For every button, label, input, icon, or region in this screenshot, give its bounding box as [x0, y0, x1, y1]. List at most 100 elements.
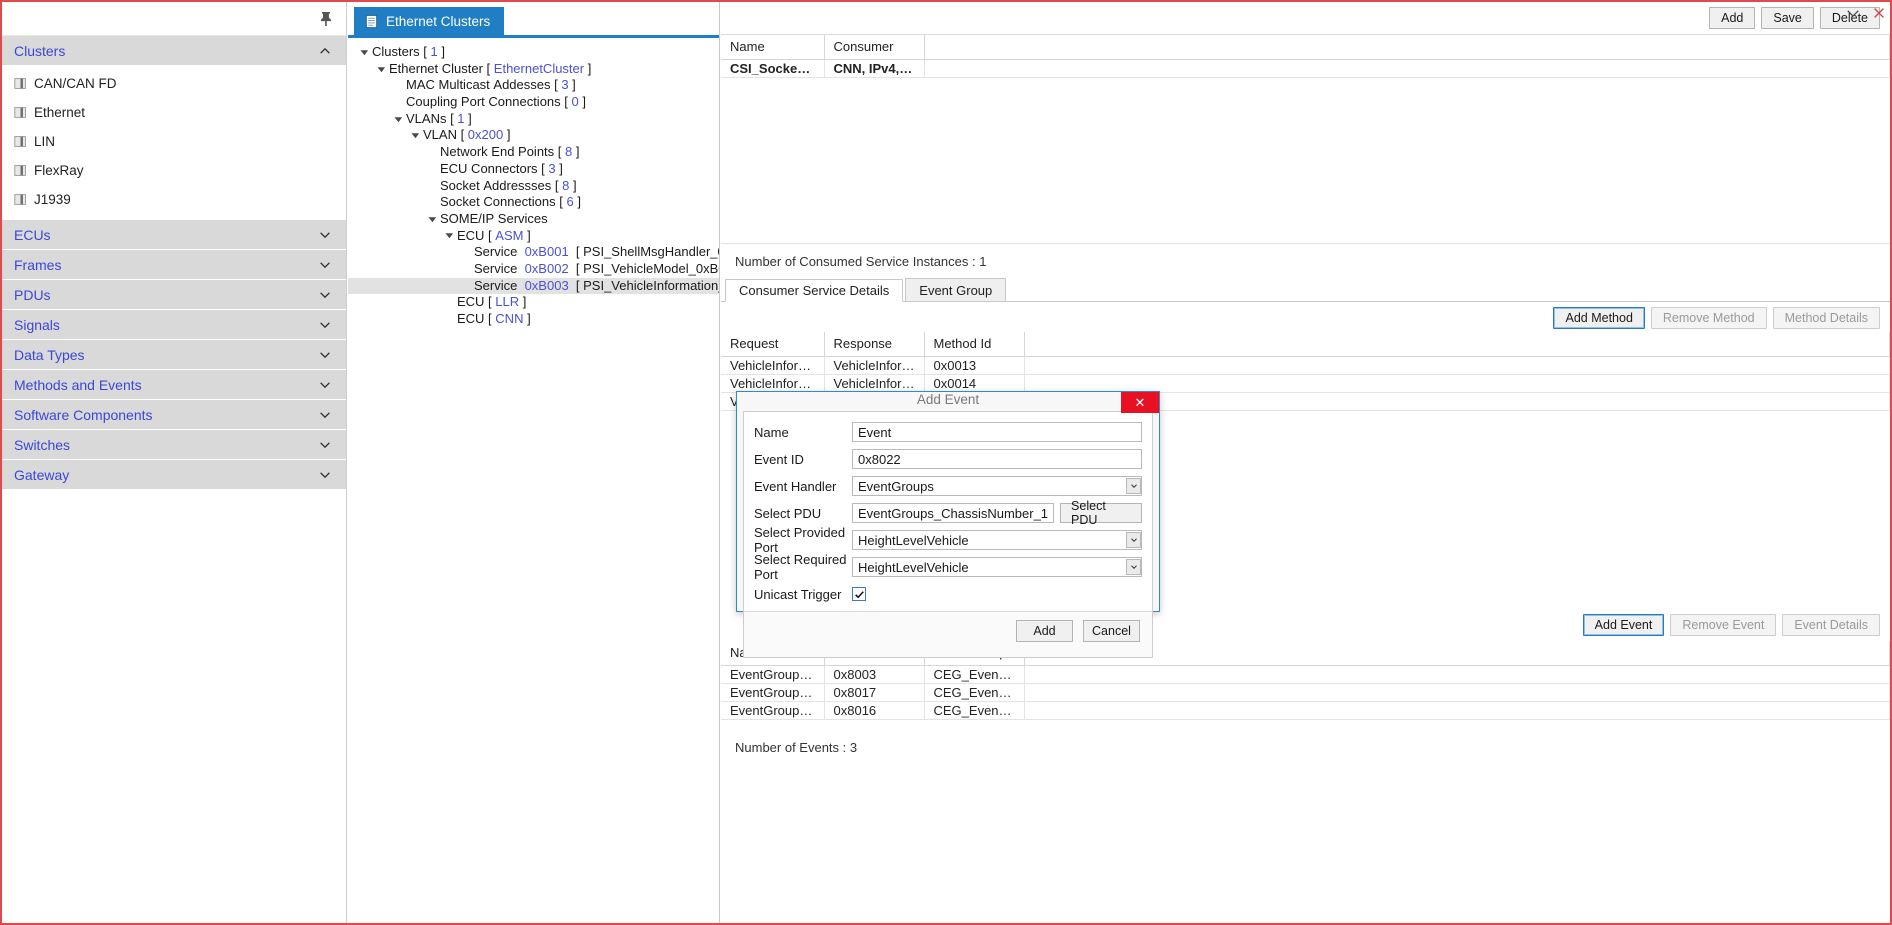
dialog-add-button[interactable]: Add — [1016, 620, 1073, 642]
tree-node-label: Socket Connections [ 6 ] — [440, 194, 581, 210]
table-row[interactable]: VehicleInformation...VehicleInformation.… — [721, 356, 1890, 375]
tree-expander-icon[interactable] — [356, 48, 372, 57]
sidebar-section-label: ECUs — [14, 226, 51, 243]
tree-node-label: ECU Connectors [ 3 ] — [440, 160, 563, 176]
cell-name: EventGroups_Rang... — [721, 701, 825, 720]
select-pdu-input[interactable]: EventGroups_ChassisNumber_1 — [852, 503, 1055, 523]
tree-node[interactable]: SOME/IP Services — [348, 211, 719, 228]
sidebar-section-methods-events[interactable]: Methods and Events — [2, 370, 346, 400]
tree-node[interactable]: ECU [ CNN ] — [348, 311, 719, 328]
cell-blank — [924, 59, 1890, 78]
sidebar-item-label: Ethernet — [34, 105, 86, 120]
tree-node[interactable]: MAC Multicast Addesses [ 3 ] — [348, 77, 719, 94]
pin-icon[interactable] — [318, 11, 334, 27]
sidebar-section-signals[interactable]: Signals — [2, 310, 346, 340]
tree-expander-icon[interactable] — [424, 215, 440, 224]
field-row-event-handler: Event Handler EventGroups — [754, 475, 1142, 497]
add-button[interactable]: Add — [1709, 7, 1756, 29]
tree-node[interactable]: Socket Addressses [ 8 ] — [348, 178, 719, 195]
tree-node[interactable]: Service 0xB003 [ PSI_VehicleInformation_… — [348, 277, 719, 295]
sidebar-section-software-components[interactable]: Software Components — [2, 400, 346, 430]
sidebar-section-frames[interactable]: Frames — [2, 250, 346, 280]
tree-node[interactable]: Service 0xB001 [ PSI_ShellMsgHandler_0xB… — [348, 244, 719, 261]
sidebar-item-label: CAN/CAN FD — [34, 76, 117, 91]
column-header-blank[interactable] — [1024, 641, 1890, 666]
tab-ethernet-clusters[interactable]: Ethernet Clusters — [354, 7, 505, 35]
close-icon[interactable]: ✕ — [1121, 392, 1159, 413]
dialog-cancel-button[interactable]: Cancel — [1083, 620, 1140, 642]
tree-expander-icon[interactable] — [373, 65, 389, 74]
column-header-request[interactable]: Request — [721, 332, 825, 357]
sidebar-section-pdus[interactable]: PDUs — [2, 280, 346, 310]
tree-node[interactable]: Clusters [ 1 ] — [348, 44, 719, 61]
chevron-down-icon[interactable] — [1126, 478, 1141, 494]
tree-node[interactable]: Service 0xB002 [ PSI_VehicleModel_0xB002… — [348, 261, 719, 278]
chevron-down-icon[interactable] — [1126, 532, 1141, 548]
tree-expander-icon[interactable] — [407, 131, 423, 140]
sidebar-item-can[interactable]: CAN/CAN FD — [2, 69, 346, 98]
table-row[interactable]: CSI_Socket_ASM_...CNN, IPv4, 192.... — [721, 59, 1890, 78]
sidebar-section-clusters[interactable]: Clusters — [2, 36, 346, 66]
add-method-button[interactable]: Add Method — [1553, 306, 1645, 329]
cell-response: VehicleInformation... — [824, 374, 925, 393]
cluster-tree[interactable]: Clusters [ 1 ] Ethernet Cluster [ Etherne… — [348, 38, 719, 918]
select-pdu-button[interactable]: Select PDU — [1060, 499, 1142, 527]
column-header-response[interactable]: Response — [824, 332, 925, 357]
sidebar-item-lin[interactable]: LIN — [2, 127, 346, 156]
unicast-trigger-checkbox[interactable] — [852, 587, 866, 601]
cell-event_groups: CEG_EventGroups:0... — [924, 701, 1025, 720]
tree-node[interactable]: VLANs [ 1 ] — [348, 111, 719, 128]
sidebar-section-gateway[interactable]: Gateway — [2, 460, 346, 490]
tree-expander-icon[interactable] — [441, 231, 457, 240]
sidebar-section-data-types[interactable]: Data Types — [2, 340, 346, 370]
required-port-label: Select Required Port — [754, 552, 847, 582]
tree-node-label: VLANs [ 1 ] — [406, 110, 472, 126]
tree-node-label: Socket Addressses [ 8 ] — [440, 177, 577, 193]
event-id-input[interactable]: 0x8022 — [852, 449, 1142, 469]
sidebar-item-ethernet[interactable]: Ethernet — [2, 98, 346, 127]
tree-expander-icon[interactable] — [390, 115, 406, 124]
table-row[interactable]: EventGroups_Chas...0x8017CEG_EventGroups… — [721, 683, 1890, 702]
cell-consumer: CNN, IPv4, 192.... — [824, 59, 925, 78]
remove-method-button[interactable]: Remove Method — [1650, 306, 1767, 329]
provided-port-select[interactable]: HeightLevelVehicle — [852, 530, 1142, 550]
tree-node[interactable]: Socket Connections [ 6 ] — [348, 194, 719, 211]
provided-port-label: Select Provided Port — [754, 525, 846, 555]
event-handler-select[interactable]: EventGroups — [852, 476, 1142, 496]
name-label: Name — [754, 424, 789, 440]
tree-node[interactable]: Network End Points [ 8 ] — [348, 144, 719, 161]
column-header-blank[interactable] — [924, 35, 1890, 60]
table-row[interactable]: VehicleInformation...VehicleInformation.… — [721, 374, 1890, 393]
name-input[interactable]: Event — [852, 422, 1142, 442]
required-port-select[interactable]: HeightLevelVehicle — [852, 557, 1142, 577]
tree-node-label: Ethernet Cluster [ EthernetCluster ] — [389, 60, 592, 76]
sidebar-section-ecus[interactable]: ECUs — [2, 220, 346, 250]
event-details-button[interactable]: Event Details — [1782, 614, 1880, 636]
tree-node[interactable]: ECU [ LLR ] — [348, 294, 719, 311]
chevron-down-icon[interactable] — [1846, 6, 1860, 20]
table-row[interactable]: EventGroups_Relati...0x8003CEG_EventGrou… — [721, 665, 1890, 684]
tab-consumer-service-details[interactable]: Consumer Service Details — [725, 279, 904, 302]
tab-event-group[interactable]: Event Group — [905, 278, 1007, 301]
remove-event-button[interactable]: Remove Event — [1670, 614, 1777, 636]
close-icon[interactable] — [1872, 6, 1886, 20]
tree-node[interactable]: Coupling Port Connections [ 0 ] — [348, 94, 719, 111]
consumed-service-instances-grid[interactable]: Name Consumer CSI_Socket_ASM_...CNN, IPv… — [721, 35, 1890, 243]
column-header-method-id[interactable]: Method Id — [924, 332, 1025, 357]
sidebar-item-j1939[interactable]: J1939 — [2, 185, 346, 214]
table-row[interactable]: EventGroups_Rang...0x8016CEG_EventGroups… — [721, 701, 1890, 720]
column-header-blank[interactable] — [1024, 332, 1890, 357]
sidebar-section-switches[interactable]: Switches — [2, 430, 346, 460]
tree-node[interactable]: ECU Connectors [ 3 ] — [348, 161, 719, 178]
column-header-consumer[interactable]: Consumer — [824, 35, 925, 60]
tree-node[interactable]: Ethernet Cluster [ EthernetCluster ] — [348, 61, 719, 78]
sidebar-section-label: Frames — [14, 256, 62, 273]
sidebar-item-flexray[interactable]: FlexRay — [2, 156, 346, 185]
chevron-down-icon[interactable] — [1126, 559, 1141, 575]
add-event-button[interactable]: Add Event — [1582, 614, 1665, 636]
tree-node[interactable]: VLAN [ 0x200 ] — [348, 127, 719, 144]
tree-node[interactable]: ECU [ ASM ] — [348, 228, 719, 245]
save-button[interactable]: Save — [1761, 7, 1814, 29]
method-details-button[interactable]: Method Details — [1772, 306, 1880, 329]
column-header-name[interactable]: Name — [721, 35, 825, 60]
